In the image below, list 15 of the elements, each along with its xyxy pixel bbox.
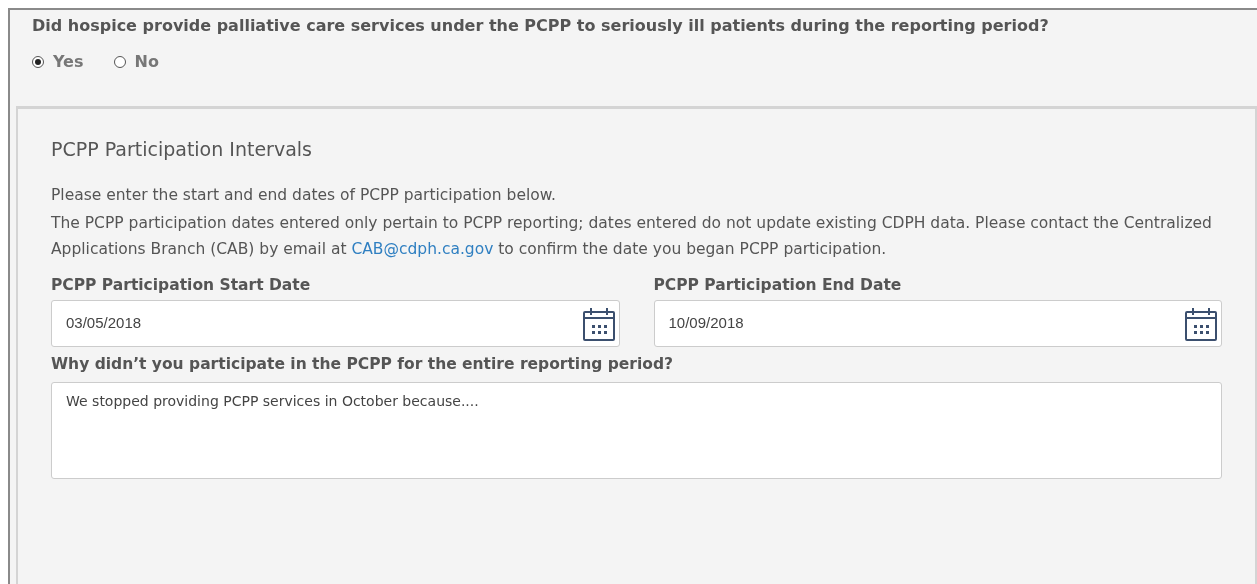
question-text: Did hospice provide palliative care services under the PCPP to seriously ill patients during the reporting period? [32,15,1050,37]
date-field[interactable]: 03/05/2018 [51,300,620,347]
radio-option[interactable]: No [113,50,159,74]
email-link[interactable]: CAB@cdph.ca.gov [351,240,494,258]
reason-textarea[interactable]: We stopped providing PCPP services in October because.... [51,382,1222,479]
radio-option[interactable]: Yes [32,50,84,74]
field-label: PCPP Participation Start Date [51,275,312,295]
panel-title: PCPP Participation Intervals [51,137,313,162]
calendar-icon[interactable] [1185,306,1217,341]
instruction-text: Please enter the start and end dates of PCPP participation below. [51,185,557,206]
field-label: Why didn’t you participate in the PCPP for the entire reporting period? [51,354,674,374]
date-field[interactable]: 10/09/2018 [653,300,1222,347]
calendar-icon[interactable] [582,306,615,341]
note-paragraph: The PCPP participation dates entered only pertain to PCPP reporting; dates entered do not update existing CDPH data. Please contact the Centralized Applications Branch (CAB) by email at CAB@cdph.ca.gov to confirm the date you began PCPP participation. [51,213,1213,260]
field-label: PCPP Participation End Date [653,275,903,295]
